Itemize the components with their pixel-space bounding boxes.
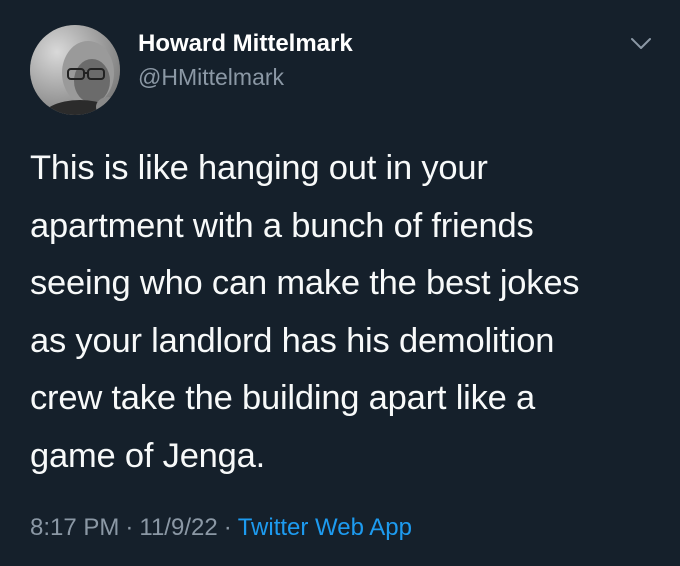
author-name[interactable]: Howard Mittelmark (138, 30, 353, 58)
tweet-date[interactable]: 11/9/22 (139, 514, 217, 541)
avatar-photo (30, 25, 120, 115)
tweet-card: Howard Mittelmark @HMittelmark This is l… (0, 0, 680, 566)
chevron-down-icon (631, 38, 651, 49)
tweet-metadata: 8:17 PM · 11/9/22 · Twitter Web App (30, 514, 412, 542)
author-handle[interactable]: @HMittelmark (138, 64, 284, 91)
more-options-button[interactable] (628, 34, 654, 54)
tweet-body-text: This is like hanging out in your apartme… (30, 149, 580, 475)
author-avatar[interactable] (30, 25, 120, 115)
meta-separator: · (125, 514, 134, 541)
tweet-source-link[interactable]: Twitter Web App (238, 514, 412, 541)
meta-separator: · (223, 514, 232, 541)
tweet-time[interactable]: 8:17 PM (30, 514, 119, 541)
